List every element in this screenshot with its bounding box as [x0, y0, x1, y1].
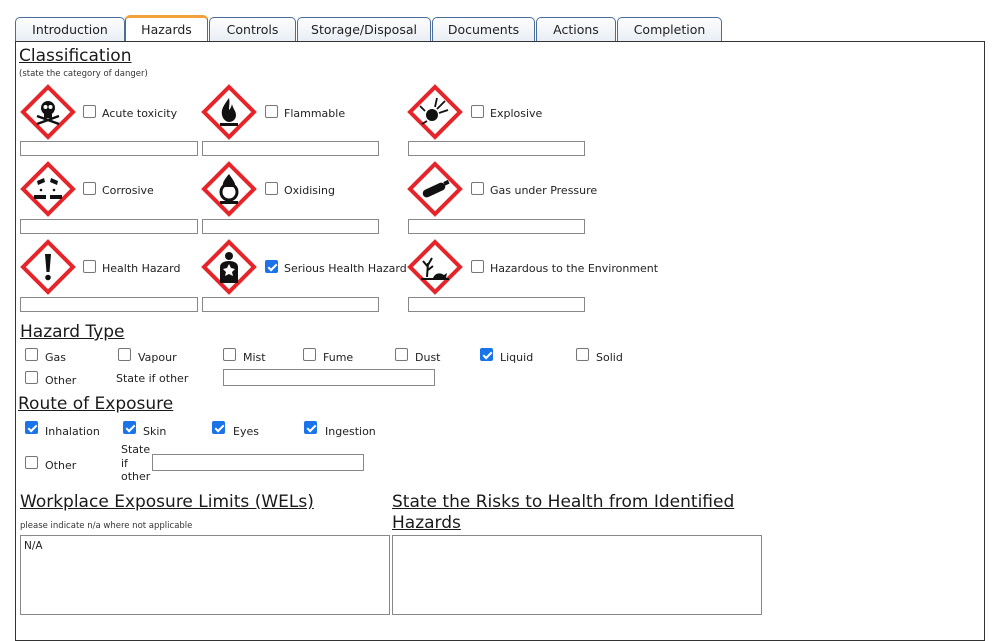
route-skin-label: Skin [143, 425, 167, 438]
wels-note: please indicate n/a where not applicable [20, 521, 193, 531]
skull-crossbones-icon [20, 84, 76, 140]
hazard-type-vapour-label: Vapour [138, 351, 177, 364]
risks-heading-line2: Hazards [392, 513, 461, 533]
tab-hazards[interactable]: Hazards [125, 15, 208, 43]
health-hazard-label: Health Hazard [102, 262, 181, 275]
route-inhalation-checkbox[interactable] [25, 421, 38, 434]
route-inhalation-label: Inhalation [45, 425, 100, 438]
route-eyes-checkbox[interactable] [212, 421, 225, 434]
tab-actions[interactable]: Actions [536, 17, 616, 41]
hazard-type-dust-label: Dust [415, 351, 441, 364]
acute-toxicity-label: Acute toxicity [102, 107, 178, 120]
hazard-type-solid-checkbox[interactable] [576, 348, 589, 361]
tab-controls[interactable]: Controls [209, 17, 296, 41]
route-state-if-other-input[interactable] [152, 454, 364, 471]
hazardous-environment-checkbox[interactable] [471, 260, 484, 273]
explosive-category-input[interactable] [408, 141, 585, 156]
hazard-type-other-checkbox[interactable] [25, 371, 38, 384]
hazard-type-liquid-checkbox[interactable] [480, 348, 493, 361]
hazard-type-state-if-other-label: State if other [116, 372, 189, 385]
flammable-label: Flammable [284, 107, 346, 120]
tab-completion[interactable]: Completion [617, 17, 722, 41]
classification-heading: Classification [19, 46, 132, 66]
corrosive-category-input[interactable] [20, 219, 198, 234]
gas-cylinder-icon [407, 161, 463, 217]
route-other-checkbox[interactable] [25, 456, 38, 469]
tab-introduction[interactable]: Introduction [15, 17, 125, 41]
gas-under-pressure-checkbox[interactable] [471, 182, 484, 195]
exploding-bomb-icon [407, 84, 463, 140]
flammable-category-input[interactable] [202, 141, 379, 156]
route-ingestion-checkbox[interactable] [304, 421, 317, 434]
hazard-type-heading: Hazard Type [20, 322, 125, 342]
flammable-checkbox[interactable] [265, 105, 278, 118]
gas-under-pressure-category-input[interactable] [408, 219, 585, 234]
hazard-type-dust-checkbox[interactable] [395, 348, 408, 361]
serious-health-hazard-label: Serious Health Hazard [284, 262, 407, 275]
exclamation-mark-icon [20, 239, 76, 295]
hazard-type-fume-label: Fume [323, 351, 354, 364]
serious-health-hazard-checkbox[interactable] [265, 260, 278, 273]
oxidising-label: Oxidising [284, 184, 336, 197]
explosive-checkbox[interactable] [471, 105, 484, 118]
hazard-type-state-if-other-input[interactable] [223, 369, 435, 386]
explosive-label: Explosive [490, 107, 543, 120]
acute-toxicity-category-input[interactable] [20, 141, 198, 156]
hazardous-environment-category-input[interactable] [408, 297, 585, 312]
flame-over-circle-icon [201, 161, 257, 217]
route-skin-checkbox[interactable] [123, 421, 136, 434]
tab-storage-disposal[interactable]: Storage/Disposal [297, 17, 431, 41]
route-other-label: Other [45, 459, 77, 472]
corrosion-icon [20, 161, 76, 217]
flame-icon [201, 84, 257, 140]
environment-icon [407, 239, 463, 295]
wels-heading: Workplace Exposure Limits (WELs) [20, 492, 314, 512]
hazard-type-gas-checkbox[interactable] [25, 348, 38, 361]
classification-note: (state the category of danger) [19, 69, 148, 79]
oxidising-category-input[interactable] [202, 219, 379, 234]
hazard-type-liquid-label: Liquid [500, 351, 534, 364]
route-of-exposure-heading: Route of Exposure [18, 394, 174, 414]
route-eyes-label: Eyes [233, 425, 259, 438]
hazard-type-mist-checkbox[interactable] [223, 348, 236, 361]
hazard-type-other-label: Other [45, 374, 77, 387]
corrosive-checkbox[interactable] [83, 182, 96, 195]
hazardous-environment-label: Hazardous to the Environment [490, 262, 659, 275]
route-ingestion-label: Ingestion [325, 425, 376, 438]
health-hazard-icon [201, 239, 257, 295]
hazard-type-mist-label: Mist [243, 351, 266, 364]
oxidising-checkbox[interactable] [265, 182, 278, 195]
health-hazard-checkbox[interactable] [83, 260, 96, 273]
route-state-if-other-label: State if other [121, 443, 151, 483]
corrosive-label: Corrosive [102, 184, 154, 197]
hazard-type-gas-label: Gas [45, 351, 66, 364]
gas-under-pressure-label: Gas under Pressure [490, 184, 598, 197]
hazard-type-solid-label: Solid [596, 351, 623, 364]
acute-toxicity-checkbox[interactable] [83, 105, 96, 118]
tab-documents[interactable]: Documents [432, 17, 535, 41]
serious-health-hazard-category-input[interactable] [202, 297, 379, 312]
hazard-type-vapour-checkbox[interactable] [118, 348, 131, 361]
wels-textarea[interactable]: N/A [20, 535, 390, 615]
risks-heading-line1: State the Risks to Health from Identifie… [392, 492, 735, 512]
health-hazard-category-input[interactable] [20, 297, 198, 312]
hazards-panel: Classification (state the category of da… [15, 41, 985, 641]
risks-textarea[interactable] [392, 535, 762, 615]
hazard-type-fume-checkbox[interactable] [303, 348, 316, 361]
